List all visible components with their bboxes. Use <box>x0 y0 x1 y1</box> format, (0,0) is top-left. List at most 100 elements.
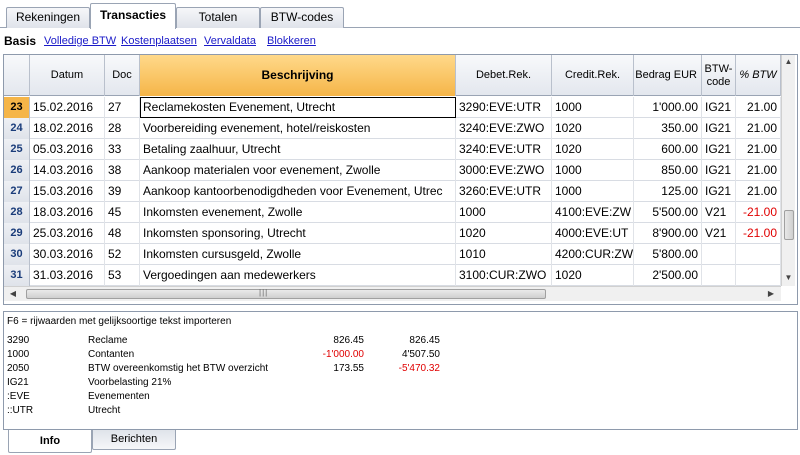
cell-btw-code[interactable] <box>702 244 736 265</box>
scroll-up-icon[interactable]: ▲ <box>782 55 795 68</box>
header-credit[interactable]: Credit.Rek. <box>552 55 634 96</box>
cell-btw-code[interactable]: IG21 <box>702 181 736 202</box>
cell-bedrag[interactable]: 125.00 <box>634 181 702 202</box>
cell-debet[interactable]: 1000 <box>456 202 552 223</box>
cell-beschrijving[interactable]: Vergoedingen aan medewerkers <box>140 265 456 286</box>
cell-credit[interactable]: 1000 <box>552 181 634 202</box>
view-kostenplaatsen[interactable]: Kostenplaatsen <box>121 35 197 47</box>
cell-credit[interactable]: 4200:CUR:ZW <box>552 244 634 265</box>
cell-datum[interactable]: 18.03.2016 <box>30 202 105 223</box>
cell-nr[interactable]: 29 <box>4 223 30 244</box>
cell-btw-pct[interactable]: 21.00 <box>736 97 781 118</box>
cell-bedrag[interactable]: 350.00 <box>634 118 702 139</box>
cell-bedrag[interactable]: 1'000.00 <box>634 97 702 118</box>
cell-credit[interactable]: 1000 <box>552 97 634 118</box>
cell-bedrag[interactable]: 2'500.00 <box>634 265 702 286</box>
cell-beschrijving[interactable]: Aankoop kantoorbenodigdheden voor Evenem… <box>140 181 456 202</box>
vertical-scroll-thumb[interactable] <box>784 210 794 240</box>
header-beschrijving[interactable]: Beschrijving <box>140 55 456 96</box>
table-row[interactable]: 23 15.02.2016 27 Reclamekosten Evenement, U… <box>4 97 794 118</box>
cell-datum[interactable]: 31.03.2016 <box>30 265 105 286</box>
cell-btw-pct[interactable]: -21.00 <box>736 202 781 223</box>
cell-nr[interactable]: 28 <box>4 202 30 223</box>
cell-bedrag[interactable]: 8'900.00 <box>634 223 702 244</box>
cell-debet[interactable]: 1020 <box>456 223 552 244</box>
cell-datum[interactable]: 15.03.2016 <box>30 181 105 202</box>
table-row[interactable]: 28 18.03.2016 45 Inkomsten evenement, Zwoll… <box>4 202 794 223</box>
cell-btw-code[interactable]: V21 <box>702 202 736 223</box>
cell-beschrijving[interactable]: Inkomsten evenement, Zwolle <box>140 202 456 223</box>
cell-doc[interactable]: 45 <box>105 202 140 223</box>
cell-beschrijving[interactable]: Inkomsten sponsoring, Utrecht <box>140 223 456 244</box>
table-row[interactable]: 29 25.03.2016 48 Inkomsten sponsoring, Utre… <box>4 223 794 244</box>
cell-nr[interactable]: 25 <box>4 139 30 160</box>
cell-nr[interactable]: 31 <box>4 265 30 286</box>
cell-datum[interactable]: 15.02.2016 <box>30 97 105 118</box>
scroll-left-icon[interactable]: ◀ <box>6 287 20 301</box>
cell-datum[interactable]: 05.03.2016 <box>30 139 105 160</box>
cell-debet[interactable]: 3240:EVE:ZWO <box>456 118 552 139</box>
cell-doc[interactable]: 27 <box>105 97 140 118</box>
cell-doc[interactable]: 28 <box>105 118 140 139</box>
cell-btw-pct[interactable]: 21.00 <box>736 139 781 160</box>
cell-btw-code[interactable]: IG21 <box>702 160 736 181</box>
cell-datum[interactable]: 14.03.2016 <box>30 160 105 181</box>
cell-debet[interactable]: 3290:EVE:UTR <box>456 97 552 118</box>
cell-credit[interactable]: 1020 <box>552 265 634 286</box>
cell-beschrijving[interactable]: Betaling zaalhuur, Utrecht <box>140 139 456 160</box>
table-row[interactable]: 27 15.03.2016 39 Aankoop kantoorbenodigdhed… <box>4 181 794 202</box>
table-row[interactable]: 26 14.03.2016 38 Aankoop materialen voor ev… <box>4 160 794 181</box>
cell-doc[interactable]: 48 <box>105 223 140 244</box>
view-volledige-btw[interactable]: Volledige BTW <box>44 35 116 47</box>
cell-datum[interactable]: 30.03.2016 <box>30 244 105 265</box>
cell-btw-code[interactable]: IG21 <box>702 139 736 160</box>
cell-nr[interactable]: 26 <box>4 160 30 181</box>
cell-bedrag[interactable]: 850.00 <box>634 160 702 181</box>
cell-credit[interactable]: 1020 <box>552 139 634 160</box>
cell-btw-pct[interactable] <box>736 244 781 265</box>
cell-doc[interactable]: 52 <box>105 244 140 265</box>
table-row[interactable]: 30 30.03.2016 52 Inkomsten cursusgeld, Zwol… <box>4 244 794 265</box>
cell-beschrijving[interactable]: Inkomsten cursusgeld, Zwolle <box>140 244 456 265</box>
cell-bedrag[interactable]: 600.00 <box>634 139 702 160</box>
tab-rekeningen[interactable]: Rekeningen <box>6 7 90 28</box>
table-row[interactable]: 31 31.03.2016 53 Vergoedingen aan medewerke… <box>4 265 794 286</box>
cell-doc[interactable]: 38 <box>105 160 140 181</box>
view-blokkeren[interactable]: Blokkeren <box>267 35 316 47</box>
cell-doc[interactable]: 39 <box>105 181 140 202</box>
cell-nr[interactable]: 23 <box>4 97 30 118</box>
tab-info[interactable]: Info <box>8 430 92 453</box>
tab-transacties[interactable]: Transacties <box>90 3 176 29</box>
tab-btw-codes[interactable]: BTW-codes <box>260 7 344 28</box>
header-debet[interactable]: Debet.Rek. <box>456 55 552 96</box>
cell-beschrijving[interactable]: Reclamekosten Evenement, Utrecht <box>140 97 456 118</box>
cell-btw-pct[interactable]: 21.00 <box>736 181 781 202</box>
view-basis[interactable]: Basis <box>4 34 36 48</box>
table-row[interactable]: 25 05.03.2016 33 Betaling zaalhuur, Utrecht… <box>4 139 794 160</box>
vertical-scrollbar[interactable]: ▲ ▼ <box>781 55 795 286</box>
cell-btw-code[interactable]: V21 <box>702 223 736 244</box>
scroll-right-icon[interactable]: ▶ <box>764 287 778 301</box>
header-btw-pct[interactable]: % BTW <box>736 55 781 96</box>
cell-btw-pct[interactable] <box>736 265 781 286</box>
cell-credit[interactable]: 1000 <box>552 160 634 181</box>
cell-debet[interactable]: 1010 <box>456 244 552 265</box>
cell-beschrijving[interactable]: Voorbereiding evenement, hotel/reiskoste… <box>140 118 456 139</box>
cell-btw-code[interactable] <box>702 265 736 286</box>
cell-debet[interactable]: 3260:EVE:UTR <box>456 181 552 202</box>
cell-btw-code[interactable]: IG21 <box>702 97 736 118</box>
cell-bedrag[interactable]: 5'800.00 <box>634 244 702 265</box>
header-datum[interactable]: Datum <box>30 55 105 96</box>
header-doc[interactable]: Doc <box>105 55 140 96</box>
cell-datum[interactable]: 18.02.2016 <box>30 118 105 139</box>
cell-beschrijving[interactable]: Aankoop materialen voor evenement, Zwoll… <box>140 160 456 181</box>
tab-totalen[interactable]: Totalen <box>176 7 260 28</box>
cell-btw-pct[interactable]: -21.00 <box>736 223 781 244</box>
view-vervaldata[interactable]: Vervaldata <box>204 35 256 47</box>
cell-nr[interactable]: 24 <box>4 118 30 139</box>
horizontal-scrollbar[interactable]: ◀ ||| ▶ <box>4 286 781 301</box>
cell-credit[interactable]: 4000:EVE:UT <box>552 223 634 244</box>
cell-doc[interactable]: 33 <box>105 139 140 160</box>
cell-debet[interactable]: 3100:CUR:ZWO <box>456 265 552 286</box>
cell-btw-pct[interactable]: 21.00 <box>736 160 781 181</box>
